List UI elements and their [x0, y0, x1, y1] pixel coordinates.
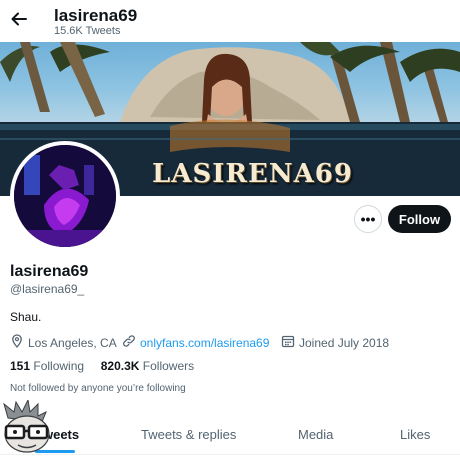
- profile-link[interactable]: onlyfans.com/lasirena69: [122, 334, 269, 351]
- calendar-icon: [281, 334, 299, 351]
- following-count: 151: [10, 359, 31, 373]
- following-link[interactable]: 151 Following: [10, 359, 84, 373]
- profile-joined: Joined July 2018: [281, 334, 389, 351]
- avatar[interactable]: [10, 141, 120, 251]
- tab-tweets-replies[interactable]: Tweets & replies: [141, 414, 236, 454]
- more-options-button[interactable]: •••: [354, 205, 382, 233]
- not-followed-notice: Not followed by anyone you’re following: [10, 383, 186, 394]
- follow-button[interactable]: Follow: [388, 205, 451, 233]
- location-pin-icon: [10, 334, 28, 351]
- profile-bio: Shau.: [10, 310, 42, 324]
- mascot-watermark-icon: [0, 398, 58, 456]
- following-label: Following: [33, 359, 85, 373]
- followers-label: Followers: [142, 359, 195, 373]
- header-title: lasirena69: [54, 6, 138, 25]
- tab-likes[interactable]: Likes: [400, 414, 430, 454]
- profile-header: lasirena69 15.6K Tweets: [0, 0, 460, 42]
- profile-location: Los Angeles, CA: [10, 334, 117, 351]
- tab-media[interactable]: Media: [298, 414, 333, 454]
- avatar-image: [14, 145, 116, 247]
- joined-text: Joined July 2018: [299, 335, 390, 350]
- arrow-left-icon[interactable]: [10, 10, 28, 28]
- profile-handle: @lasirena69_: [10, 282, 85, 296]
- followers-count: 820.3K: [100, 359, 140, 373]
- followers-link[interactable]: 820.3K Followers: [101, 359, 194, 373]
- tweet-count: 15.6K Tweets: [54, 25, 121, 37]
- profile-tabs: Tweets Tweets & replies Media Likes: [0, 414, 460, 455]
- link-icon: [122, 334, 140, 351]
- profile-name: lasirena69: [10, 263, 89, 280]
- banner-logo-text: LASIRENA69: [152, 159, 353, 189]
- location-text: Los Angeles, CA: [28, 335, 117, 350]
- profile-link-text[interactable]: onlyfans.com/lasirena69: [140, 336, 269, 350]
- follow-counts: 151 Following 820.3K Followers: [10, 359, 194, 373]
